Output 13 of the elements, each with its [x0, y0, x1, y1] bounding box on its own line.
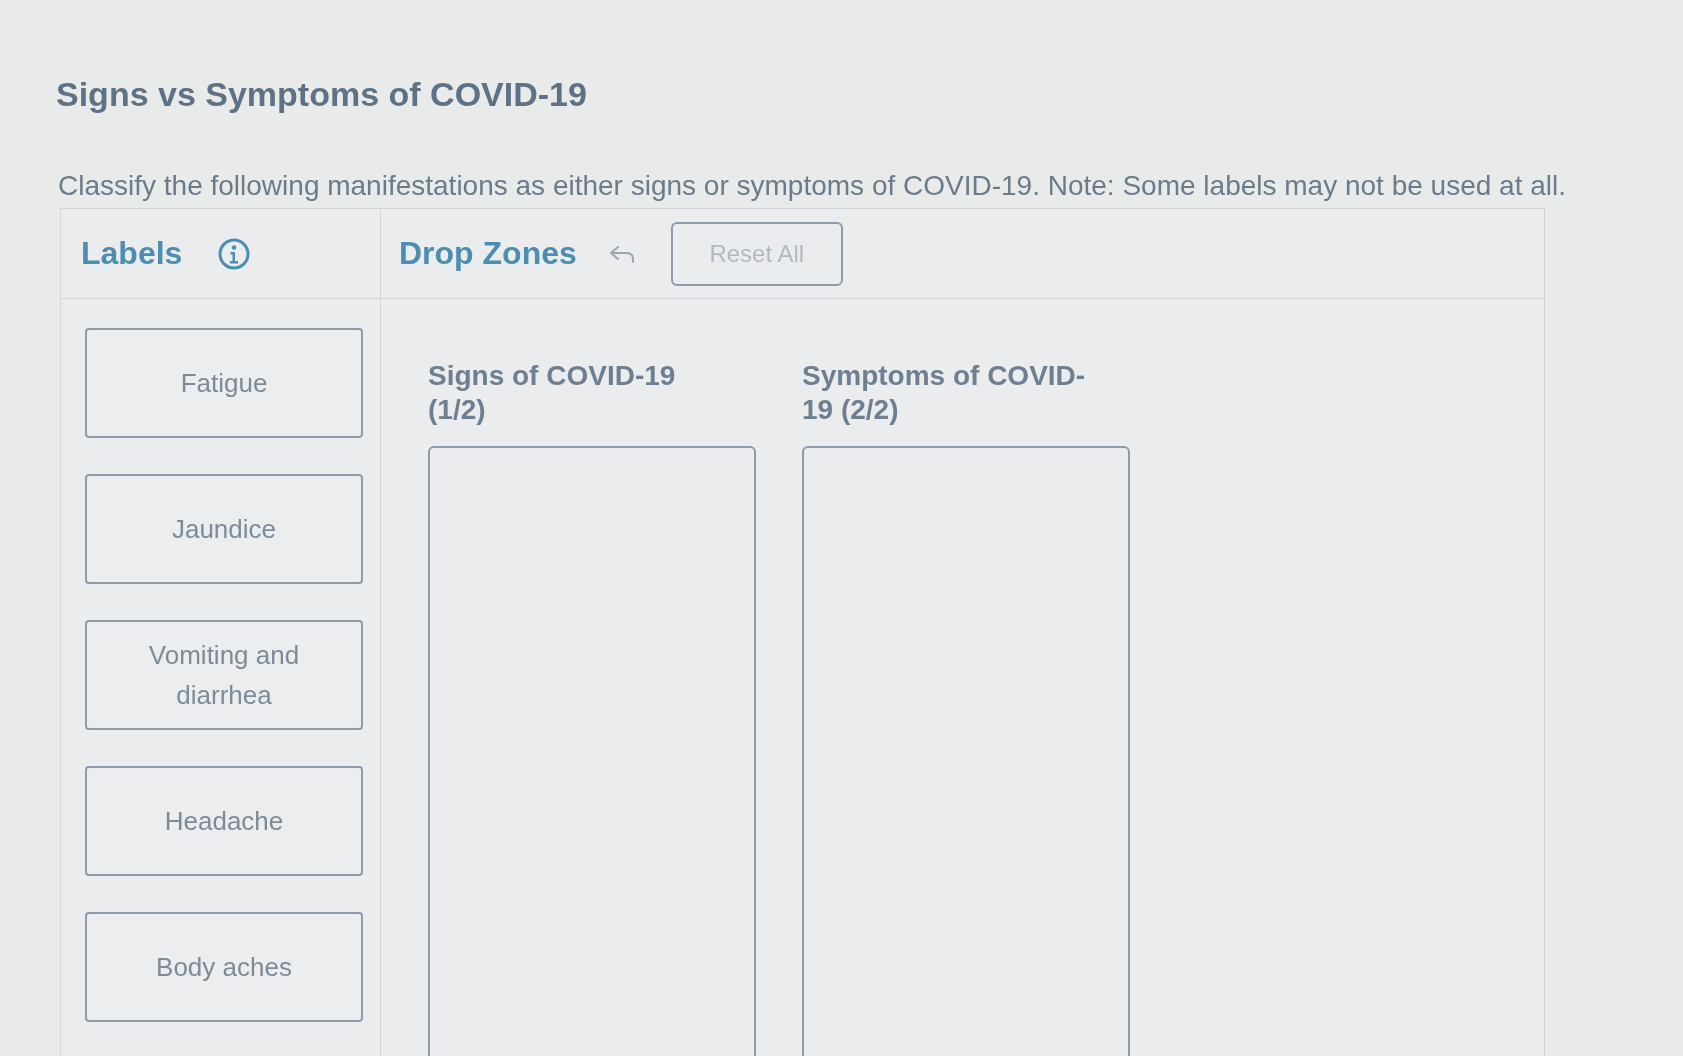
drop-zone-heading: Signs of COVID-19 (1/2) [428, 359, 677, 427]
back-arrow-icon[interactable] [608, 244, 635, 263]
info-icon[interactable] [218, 237, 251, 270]
page-title: Signs vs Symptoms of COVID-19 [56, 74, 587, 115]
drop-zone-heading: Symptoms of COVID-19 (2/2) [802, 359, 1087, 427]
drop-zones-heading: Drop Zones [399, 235, 577, 272]
label-card[interactable]: Headache [85, 766, 363, 876]
label-card[interactable]: Vomiting and diarrhea [85, 620, 363, 730]
label-card[interactable]: Body aches [85, 912, 363, 1022]
label-card[interactable]: Jaundice [85, 474, 363, 584]
label-card[interactable]: Fatigue [85, 328, 363, 438]
labels-heading: Labels [81, 235, 183, 272]
instructions-text: Classify the following manifestations as either signs or symptoms of COVID-19. Note: Some labels may not be used at all. [58, 169, 1566, 203]
